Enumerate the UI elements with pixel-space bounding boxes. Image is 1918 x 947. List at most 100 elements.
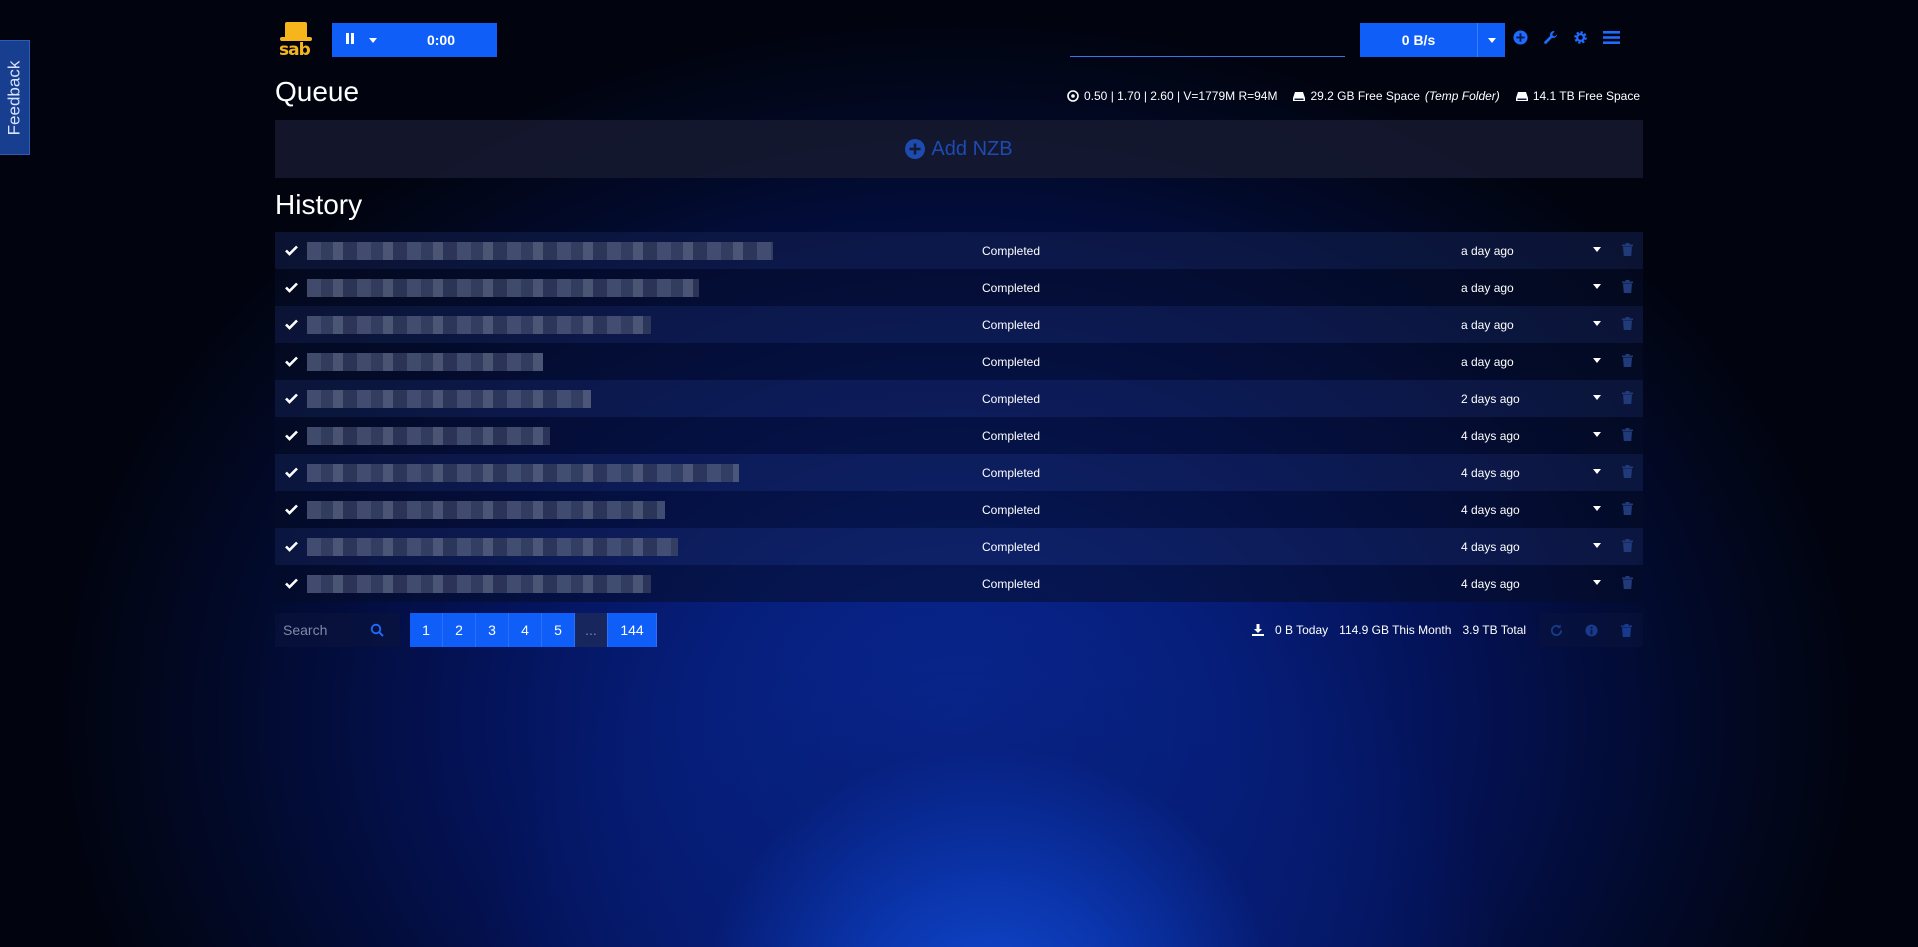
history-row[interactable]: Completed 4 days ago [275,491,1643,528]
history-actions [1539,613,1643,647]
gear-icon[interactable] [1573,30,1588,45]
row-dropdown-icon[interactable] [1593,284,1601,289]
row-dropdown-icon[interactable] [1593,432,1601,437]
complete-free-value: 14.1 TB Free Space [1532,89,1640,103]
check-icon [275,541,307,552]
history-row[interactable]: Completed 4 days ago [275,417,1643,454]
temp-folder-label: (Temp Folder) [1424,89,1500,103]
row-dropdown-icon[interactable] [1593,469,1601,474]
check-icon [275,356,307,367]
row-dropdown-icon[interactable] [1593,506,1601,511]
pause-button[interactable] [339,23,361,57]
queue-stats: 0.50 | 1.70 | 2.60 | V=1779M R=94M 29.2 … [1067,89,1640,103]
speed-limit-input[interactable] [1070,30,1345,57]
history-row[interactable]: Completed a day ago [275,269,1643,306]
row-dropdown-icon[interactable] [1593,543,1601,548]
history-row[interactable]: Completed a day ago [275,306,1643,343]
page-button[interactable]: 4 [509,613,542,647]
history-row[interactable]: Completed a day ago [275,232,1643,269]
history-row[interactable]: Completed 4 days ago [275,528,1643,565]
row-dropdown-icon[interactable] [1593,247,1601,252]
info-icon[interactable] [1585,623,1599,637]
job-status: Completed [982,539,1041,554]
trash-icon[interactable] [1622,465,1633,478]
search-input[interactable] [275,622,370,638]
history-table: Completed a day ago Completed a day ago Comp… [275,232,1643,602]
hdd-icon [1293,91,1306,101]
job-name-redacted[interactable] [307,574,982,593]
download-stats: 0 B Today 114.9 GB This Month 3.9 TB Tot… [1252,623,1526,637]
job-status: Completed [982,576,1041,591]
job-name-redacted[interactable] [307,315,982,334]
feedback-tab[interactable]: Feedback [0,40,30,155]
job-name-redacted[interactable] [307,352,982,371]
job-name-redacted[interactable] [307,278,982,297]
row-dropdown-icon[interactable] [1593,358,1601,363]
load-stat: 0.50 | 1.70 | 2.60 | V=1779M R=94M [1067,89,1277,103]
add-circle-icon[interactable] [1513,30,1528,45]
job-status: Completed [982,317,1041,332]
check-icon [275,282,307,293]
wrench-icon[interactable] [1543,30,1558,45]
job-completed-time: 4 days ago [1461,539,1520,554]
menu-icon[interactable] [1603,30,1620,45]
trash-icon[interactable] [1622,576,1633,589]
page-button[interactable]: 5 [542,613,575,647]
top-icon-bar [1513,30,1620,45]
row-dropdown-icon[interactable] [1593,395,1601,400]
trash-icon[interactable] [1622,317,1633,330]
job-status: Completed [982,391,1041,406]
row-dropdown-icon[interactable] [1593,321,1601,326]
trash-icon[interactable] [1622,428,1633,441]
history-row[interactable]: Completed 2 days ago [275,380,1643,417]
history-row[interactable]: Completed 4 days ago [275,454,1643,491]
history-row[interactable]: Completed a day ago [275,343,1643,380]
complete-space-stat: 14.1 TB Free Space [1515,89,1640,103]
refresh-icon[interactable] [1550,623,1563,637]
history-row[interactable]: Completed 4 days ago [275,565,1643,602]
speed-dropdown[interactable] [1477,23,1505,57]
trash-icon[interactable] [1622,539,1633,552]
job-status: Completed [982,354,1041,369]
trash-icon[interactable] [1620,623,1632,637]
add-nzb-button[interactable]: Add NZB [275,120,1643,178]
trash-icon[interactable] [1622,502,1633,515]
history-title: History [275,189,363,220]
job-name-redacted[interactable] [307,389,982,408]
trash-icon[interactable] [1622,391,1633,404]
job-completed-time: a day ago [1461,354,1514,369]
chevron-down-icon [1487,37,1496,43]
job-name-redacted[interactable] [307,537,982,556]
dashboard-icon [1067,90,1079,102]
job-name-redacted[interactable] [307,426,982,445]
check-icon [275,504,307,515]
pause-timer: 0:00 [426,32,456,48]
trash-icon[interactable] [1622,354,1633,367]
page-button[interactable]: 3 [476,613,509,647]
page-button[interactable]: 2 [443,613,476,647]
job-status: Completed [982,428,1041,443]
job-name-redacted[interactable] [307,241,982,260]
job-name-redacted[interactable] [307,500,982,519]
total-stat: 3.9 TB Total [1462,623,1527,637]
pause-icon [345,31,355,49]
feedback-label: Feedback [4,60,24,135]
row-dropdown-icon[interactable] [1593,580,1601,585]
check-icon [275,245,307,256]
pause-duration-dropdown[interactable] [361,23,385,57]
pause-control: 0:00 [332,23,497,57]
job-status: Completed [982,280,1041,295]
page-button[interactable]: 144 [608,613,657,647]
search-icon[interactable] [370,623,384,637]
trash-icon[interactable] [1622,243,1633,256]
temp-free-value: 29.2 GB Free Space [1310,89,1420,103]
page-button[interactable]: 1 [410,613,443,647]
job-completed-time: a day ago [1461,317,1514,332]
trash-icon[interactable] [1622,280,1633,293]
queue-title: Queue [275,76,360,107]
job-completed-time: 4 days ago [1461,576,1520,591]
sabnzbd-logo[interactable]: sab [277,22,313,60]
job-name-redacted[interactable] [307,463,982,482]
chevron-down-icon [369,37,377,43]
load-value: 0.50 | 1.70 | 2.60 | V=1779M R=94M [1084,89,1278,103]
